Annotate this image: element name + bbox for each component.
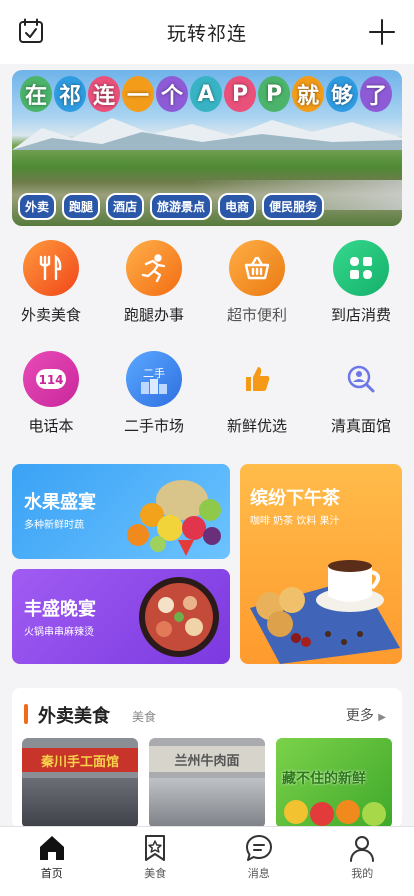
hotpot-image — [139, 577, 219, 657]
person-icon — [350, 836, 375, 862]
fork-knife-icon — [23, 240, 79, 296]
banner-tag: 跑腿 — [62, 193, 101, 220]
tab-label: 首页 — [40, 867, 63, 880]
promo-dinner-card[interactable]: 丰盛晚宴 火锅串串麻辣烫 — [12, 569, 230, 664]
tab-home[interactable]: 首页 — [0, 827, 104, 896]
category-instore[interactable]: 到店消费 — [311, 240, 411, 325]
secondhand-icon: 二手 — [126, 351, 182, 407]
calendar-check-icon[interactable] — [18, 18, 44, 44]
category-label: 跑腿办事 — [123, 306, 184, 324]
category-errand[interactable]: 跑腿办事 — [104, 240, 204, 325]
category-phonebook[interactable]: 114 电话本 — [1, 351, 101, 436]
headline-char: 个 — [156, 76, 188, 112]
restaurant-sign: 藏不住的新鲜 — [282, 771, 366, 787]
banner-tag: 便民服务 — [262, 193, 325, 220]
takeout-section: 外卖美食 美食 更多 ▶ 秦川手工面馆 兰州牛肉面 藏不住的新鲜 — [12, 688, 402, 828]
promo-title: 水果盛宴 — [24, 492, 96, 513]
svg-text:二手: 二手 — [143, 366, 165, 380]
tab-food[interactable]: 美食 — [104, 827, 208, 896]
bottom-tab-bar: 首页 美食 消息 我的 — [0, 826, 414, 896]
promo-fruit-card[interactable]: 水果盛宴 多种新鲜时蔬 — [12, 464, 230, 559]
category-label: 清真面馆 — [330, 417, 391, 435]
tab-label: 消息 — [247, 867, 270, 880]
promo-tea-card[interactable]: 缤纷下午茶 咖啡 奶茶 饮料 果汁 — [240, 464, 402, 664]
restaurant-thumb[interactable]: 秦川手工面馆 — [22, 738, 138, 828]
thumbs-up-icon — [229, 351, 285, 407]
search-person-icon — [333, 351, 389, 407]
headline-char: 了 — [360, 76, 392, 112]
add-icon[interactable] — [368, 18, 396, 46]
category-fresh[interactable]: 新鲜优选 — [207, 351, 307, 436]
section-subtitle: 美食 — [132, 710, 157, 724]
more-link[interactable]: 更多 ▶ — [346, 705, 386, 725]
bookmark-star-icon — [145, 835, 166, 861]
home-screen: 玩转祁连 在 祁 连 一 个 A P P 就 够 了 外卖 跑腿 酒店 旅游景点… — [0, 0, 414, 896]
category-takeout[interactable]: 外卖美食 — [1, 240, 101, 325]
category-label: 电话本 — [28, 417, 74, 435]
promo-banner[interactable]: 在 祁 连 一 个 A P P 就 够 了 外卖 跑腿 酒店 旅游景点 电商 便… — [12, 70, 402, 226]
restaurant-thumb[interactable]: 兰州牛肉面 — [149, 738, 265, 828]
fruit-image — [127, 480, 221, 556]
promo-subtitle: 火锅串串麻辣烫 — [24, 627, 94, 638]
mountain-illustration — [12, 118, 402, 150]
headline-char: 连 — [88, 76, 120, 112]
phonebook-114-icon: 114 — [23, 351, 79, 407]
runner-icon — [126, 240, 182, 296]
promo-subtitle: 咖啡 奶茶 饮料 果汁 — [250, 516, 340, 527]
tab-messages[interactable]: 消息 — [207, 827, 311, 896]
category-halal-noodles[interactable]: 清真面馆 — [311, 351, 411, 436]
headline-char: P — [224, 76, 256, 112]
svg-text:114: 114 — [38, 373, 63, 387]
headline-char: 一 — [122, 76, 154, 112]
restaurant-sign: 秦川手工面馆 — [22, 748, 138, 772]
chat-bubble-icon — [245, 835, 272, 861]
category-label: 新鲜优选 — [226, 417, 287, 435]
grid-leaf-icon — [333, 240, 389, 296]
banner-headline: 在 祁 连 一 个 A P P 就 够 了 — [20, 76, 392, 112]
storefront — [22, 778, 138, 828]
category-label: 到店消费 — [330, 306, 391, 324]
tab-label: 美食 — [144, 867, 167, 880]
banner-tags: 外卖 跑腿 酒店 旅游景点 电商 便民服务 — [18, 193, 325, 220]
category-secondhand[interactable]: 二手 二手市场 — [104, 351, 204, 436]
section-title: 外卖美食 — [38, 706, 110, 727]
tab-profile[interactable]: 我的 — [311, 827, 414, 896]
storefront — [149, 778, 265, 828]
headline-char: 就 — [292, 76, 324, 112]
category-label: 二手市场 — [123, 417, 184, 435]
category-supermarket[interactable]: 超市便利 — [207, 240, 307, 325]
coffee-cake-image — [250, 560, 400, 664]
promo-subtitle: 多种新鲜时蔬 — [24, 520, 84, 531]
category-label: 外卖美食 — [20, 306, 81, 324]
chevron-right-icon: ▶ — [378, 712, 386, 723]
banner-tag: 旅游景点 — [150, 193, 213, 220]
category-label: 超市便利 — [226, 306, 287, 324]
headline-char: A — [190, 76, 222, 112]
restaurant-thumb[interactable]: 藏不住的新鲜 — [276, 738, 392, 828]
home-icon — [39, 836, 64, 860]
banner-tag: 酒店 — [106, 193, 145, 220]
tab-label: 我的 — [351, 867, 374, 880]
headline-char: 祁 — [54, 76, 86, 112]
fruit-image — [284, 800, 386, 826]
restaurant-sign: 兰州牛肉面 — [149, 746, 265, 772]
promo-title: 缤纷下午茶 — [250, 488, 340, 509]
banner-tag: 电商 — [218, 193, 257, 220]
headline-char: 够 — [326, 76, 358, 112]
promo-title: 丰盛晚宴 — [24, 599, 96, 620]
top-nav-bar: 玩转祁连 — [0, 0, 414, 64]
banner-tag: 外卖 — [18, 193, 57, 220]
more-label: 更多 — [345, 708, 374, 724]
basket-icon — [229, 240, 285, 296]
headline-char: P — [258, 76, 290, 112]
headline-char: 在 — [20, 76, 52, 112]
page-title: 玩转祁连 — [166, 22, 247, 45]
section-accent-bar — [24, 704, 28, 724]
